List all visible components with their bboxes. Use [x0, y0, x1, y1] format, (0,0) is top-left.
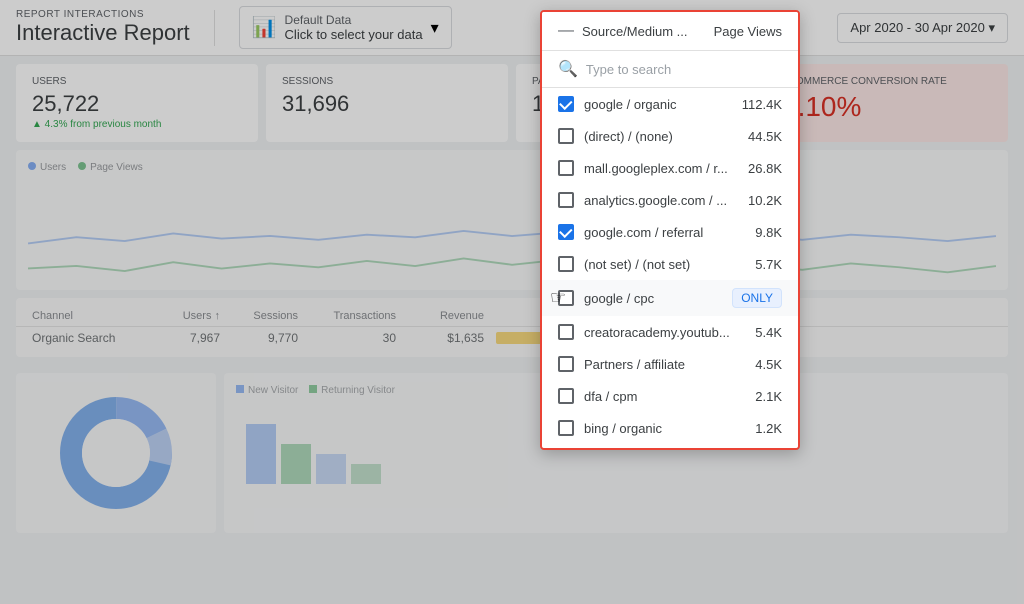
dropdown-item-2[interactable]: mall.googleplex.com / r... 26.8K [542, 152, 798, 184]
dropdown-item-1[interactable]: (direct) / (none) 44.5K [542, 120, 798, 152]
dropdown-panel: — Source/Medium ... Page Views 🔍 google … [540, 10, 800, 450]
item-label-0: google / organic [584, 97, 732, 112]
dropdown-item-0[interactable]: google / organic 112.4K [542, 88, 798, 120]
item-value-8: 4.5K [742, 357, 782, 372]
checkbox-0[interactable] [558, 96, 574, 112]
item-value-5: 5.7K [742, 257, 782, 272]
dropdown-header: — Source/Medium ... Page Views [542, 12, 798, 51]
checkbox-8[interactable] [558, 356, 574, 372]
item-value-9: 2.1K [742, 389, 782, 404]
item-label-7: creatoracademy.youtub... [584, 325, 732, 340]
item-value-1: 44.5K [742, 129, 782, 144]
dropdown-item-3[interactable]: analytics.google.com / ... 10.2K [542, 184, 798, 216]
item-label-1: (direct) / (none) [584, 129, 732, 144]
item-label-10: bing / organic [584, 421, 732, 436]
dropdown-col-pageviews: Page Views [714, 24, 782, 39]
checkbox-9[interactable] [558, 388, 574, 404]
item-label-4: google.com / referral [584, 225, 732, 240]
dropdown-item-11[interactable]: baidu / organic 1.1K [542, 444, 798, 448]
checkbox-3[interactable] [558, 192, 574, 208]
item-value-0: 112.4K [742, 97, 782, 112]
checkbox-2[interactable] [558, 160, 574, 176]
search-input[interactable] [586, 62, 782, 77]
item-label-9: dfa / cpm [584, 389, 732, 404]
item-label-6: google / cpc [584, 291, 722, 306]
dropdown-col-name: Source/Medium ... [582, 24, 706, 39]
checkbox-1[interactable] [558, 128, 574, 144]
checkbox-10[interactable] [558, 420, 574, 436]
dropdown-item-5[interactable]: (not set) / (not set) 5.7K [542, 248, 798, 280]
item-value-2: 26.8K [742, 161, 782, 176]
dropdown-item-4[interactable]: google.com / referral 9.8K [542, 216, 798, 248]
checkbox-6[interactable] [558, 290, 574, 306]
item-value-4: 9.8K [742, 225, 782, 240]
dropdown-search: 🔍 [542, 51, 798, 88]
checkbox-4[interactable] [558, 224, 574, 240]
dropdown-item-6[interactable]: google / cpc ☞ ONLY [542, 280, 798, 316]
item-label-2: mall.googleplex.com / r... [584, 161, 732, 176]
dropdown-item-9[interactable]: dfa / cpm 2.1K [542, 380, 798, 412]
only-button-6[interactable]: ONLY [732, 288, 782, 308]
item-label-3: analytics.google.com / ... [584, 193, 732, 208]
search-icon: 🔍 [558, 59, 578, 79]
item-value-3: 10.2K [742, 193, 782, 208]
dropdown-overlay [0, 0, 1024, 604]
item-value-7: 5.4K [742, 325, 782, 340]
dropdown-item-10[interactable]: bing / organic 1.2K [542, 412, 798, 444]
dropdown-items: google / organic 112.4K (direct) / (none… [542, 88, 798, 448]
dropdown-item-8[interactable]: Partners / affiliate 4.5K [542, 348, 798, 380]
checkbox-5[interactable] [558, 256, 574, 272]
dropdown-item-7[interactable]: creatoracademy.youtub... 5.4K [542, 316, 798, 348]
item-label-5: (not set) / (not set) [584, 257, 732, 272]
checkbox-7[interactable] [558, 324, 574, 340]
dropdown-dash: — [558, 22, 574, 40]
item-label-8: Partners / affiliate [584, 357, 732, 372]
item-value-10: 1.2K [742, 421, 782, 436]
